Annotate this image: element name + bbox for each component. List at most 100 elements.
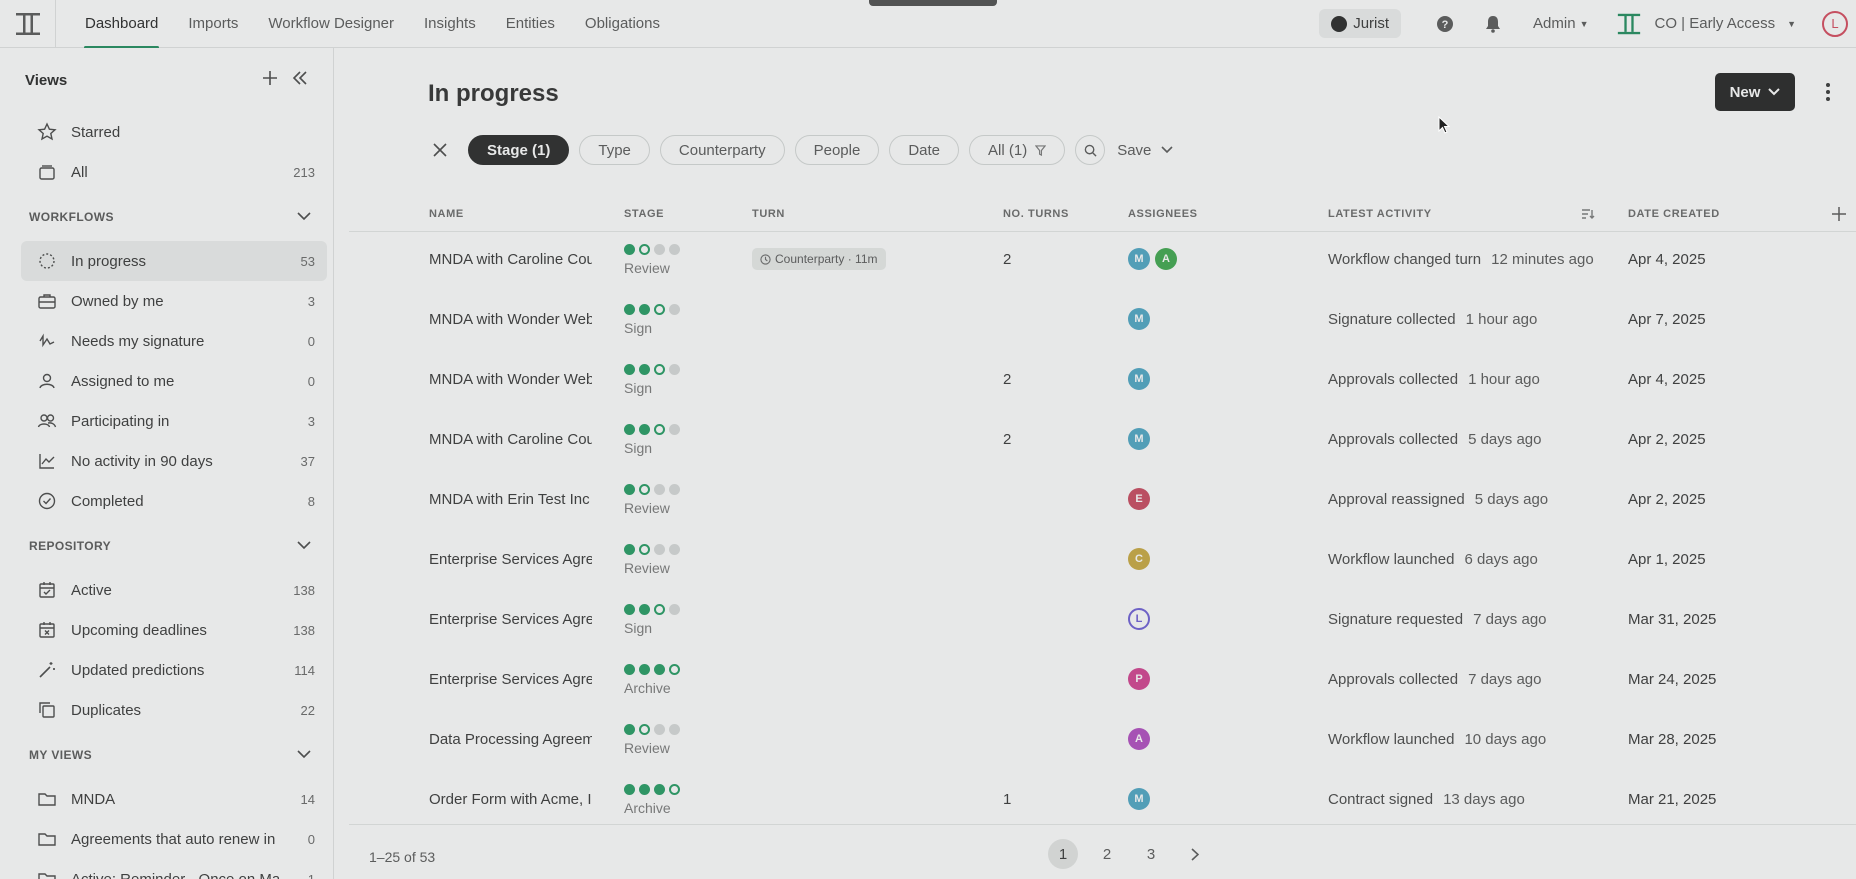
table-row[interactable]: MNDA with Wonder Web, Sign 2 M Approvals col…	[349, 352, 1856, 412]
col-latest-activity[interactable]: LATEST ACTIVITY	[1328, 208, 1432, 220]
bell-icon[interactable]	[1481, 12, 1505, 36]
table-row[interactable]: MNDA with Wonder Web, Sign M Signature coll…	[349, 292, 1856, 352]
sidebar-item[interactable]: All 213	[21, 152, 327, 192]
assignee-avatar[interactable]: A	[1128, 728, 1150, 750]
table-row[interactable]: Order Form with Acme, Ir Archive 1 M Contrac…	[349, 772, 1856, 832]
stage-step-dot	[669, 663, 680, 675]
col-assignees[interactable]: ASSIGNEES	[1128, 208, 1198, 220]
assignee-avatar[interactable]: M	[1128, 428, 1150, 450]
admin-menu[interactable]: Admin ▼	[1533, 15, 1588, 32]
row-name[interactable]: Enterprise Services Agre	[429, 551, 592, 568]
filter-chip[interactable]: Stage (1)	[468, 135, 570, 165]
row-name[interactable]: Enterprise Services Agre	[429, 671, 592, 688]
people-icon	[37, 411, 57, 431]
row-name[interactable]: Enterprise Services Agre	[429, 611, 592, 628]
filter-chip[interactable]: All (1)	[969, 135, 1066, 165]
more-options-icon[interactable]	[1816, 78, 1840, 106]
table-row[interactable]: MNDA with Caroline Cou Sign 2 M Approvals co…	[349, 412, 1856, 472]
page-button[interactable]: 3	[1136, 839, 1166, 869]
sidebar-item[interactable]: Active 138	[21, 570, 327, 610]
nav-link[interactable]: Workflow Designer	[253, 0, 409, 48]
search-icon[interactable]	[1075, 135, 1106, 165]
sidebar-item[interactable]: MNDA 14	[21, 779, 327, 819]
section-title: REPOSITORY	[29, 538, 112, 553]
add-view-icon[interactable]	[262, 70, 278, 91]
add-column-icon[interactable]	[1831, 206, 1847, 227]
sort-icon[interactable]	[1581, 207, 1595, 225]
filter-chip[interactable]: Date	[889, 135, 960, 165]
row-name[interactable]: MNDA with Wonder Web,	[429, 311, 592, 328]
sidebar-item[interactable]: Duplicates 22	[21, 690, 327, 730]
nav-link[interactable]: Obligations	[570, 0, 675, 48]
sidebar-item[interactable]: Starred	[21, 112, 327, 152]
next-page-icon[interactable]	[1180, 839, 1210, 869]
col-no-turns[interactable]: NO. TURNS	[1003, 208, 1069, 220]
table-row[interactable]: Enterprise Services Agre Archive P Approval…	[349, 652, 1856, 712]
stage-step-dot	[624, 483, 635, 495]
assignee-avatar[interactable]: A	[1155, 248, 1177, 270]
col-date-created[interactable]: DATE CREATED	[1628, 208, 1720, 220]
activity-time: 7 days ago	[1473, 611, 1547, 628]
sidebar-item[interactable]: Completed 8	[21, 481, 327, 521]
sidebar-item[interactable]: No activity in 90 days 37	[21, 441, 327, 481]
assignee-avatar[interactable]: L	[1128, 608, 1150, 630]
nav-link[interactable]: Imports	[173, 0, 253, 48]
nav-link[interactable]: Insights	[409, 0, 491, 48]
table-row[interactable]: MNDA with Caroline Cou Review Counterparty…	[349, 232, 1856, 292]
new-button[interactable]: New	[1715, 73, 1795, 111]
nav-link[interactable]: Entities	[491, 0, 570, 48]
activity-text: Workflow changed turn	[1328, 251, 1482, 268]
filter-chip[interactable]: Type	[579, 135, 650, 165]
assignee-avatar[interactable]: P	[1128, 668, 1150, 690]
assignee-avatar[interactable]: M	[1128, 308, 1150, 330]
sidebar-item[interactable]: In progress 53	[21, 241, 327, 281]
row-name[interactable]: Data Processing Agreem	[429, 731, 592, 748]
app-logo[interactable]	[0, 0, 56, 48]
sidebar-section-header[interactable]: REPOSITORY	[0, 521, 333, 570]
sidebar-item[interactable]: Active: Reminder - Once on Ma 1	[21, 859, 327, 879]
sidebar-item[interactable]: Updated predictions 114	[21, 650, 327, 690]
sidebar-section-header[interactable]: MY VIEWS	[0, 730, 333, 779]
help-icon[interactable]: ?	[1433, 12, 1457, 36]
table-row[interactable]: MNDA with Erin Test Inc Review E Approval r…	[349, 472, 1856, 532]
user-avatar[interactable]: L	[1822, 10, 1848, 37]
page-button[interactable]: 1	[1048, 839, 1078, 869]
table-row[interactable]: Data Processing Agreem Review A Workflow la…	[349, 712, 1856, 772]
row-name[interactable]: MNDA with Caroline Cou	[429, 251, 592, 268]
nav-link[interactable]: Dashboard	[70, 0, 173, 49]
table-row[interactable]: Enterprise Services Agre Review C Workflow …	[349, 532, 1856, 592]
row-name[interactable]: MNDA with Wonder Web,	[429, 371, 592, 388]
col-turn[interactable]: TURN	[752, 208, 785, 220]
sidebar-item[interactable]: Agreements that auto renew in 0	[21, 819, 327, 859]
sidebar-item[interactable]: Participating in 3	[21, 401, 327, 441]
org-switcher[interactable]: CO | Early Access ▼	[1616, 11, 1796, 37]
stage-step-dot	[654, 303, 665, 315]
top-nav: Dashboard Imports Workflow Designer Insight…	[0, 0, 1856, 49]
row-name[interactable]: MNDA with Caroline Cou	[429, 431, 592, 448]
sidebar-item[interactable]: Assigned to me 0	[21, 361, 327, 401]
assignee-avatar[interactable]: E	[1128, 488, 1150, 510]
sidebar-item[interactable]: Upcoming deadlines 138	[21, 610, 327, 650]
stage-step-dot	[639, 303, 650, 315]
col-name[interactable]: NAME	[429, 208, 464, 220]
row-name[interactable]: MNDA with Erin Test Inc	[429, 491, 592, 508]
table-row[interactable]: Enterprise Services Agre Sign L Signature r…	[349, 592, 1856, 652]
jurist-button[interactable]: Jurist	[1319, 9, 1402, 38]
sidebar-section-header[interactable]: WORKFLOWS	[0, 192, 333, 241]
col-stage[interactable]: STAGE	[624, 208, 664, 220]
assignee-avatar[interactable]: M	[1128, 788, 1150, 810]
assignee-avatar[interactable]: M	[1128, 248, 1150, 270]
row-date-created: Apr 4, 2025	[1628, 371, 1706, 388]
collapse-sidebar-icon[interactable]	[292, 70, 308, 91]
assignee-avatar[interactable]: M	[1128, 368, 1150, 390]
section-title: WORKFLOWS	[29, 209, 114, 224]
clear-filters-icon[interactable]	[428, 138, 452, 162]
save-view-button[interactable]: Save	[1117, 142, 1173, 159]
assignee-avatar[interactable]: C	[1128, 548, 1150, 570]
filter-chip[interactable]: People	[794, 135, 880, 165]
row-name[interactable]: Order Form with Acme, Ir	[429, 791, 592, 808]
page-button[interactable]: 2	[1092, 839, 1122, 869]
sidebar-item[interactable]: Needs my signature 0	[21, 321, 327, 361]
filter-chip[interactable]: Counterparty	[659, 135, 785, 165]
sidebar-item[interactable]: Owned by me 3	[21, 281, 327, 321]
